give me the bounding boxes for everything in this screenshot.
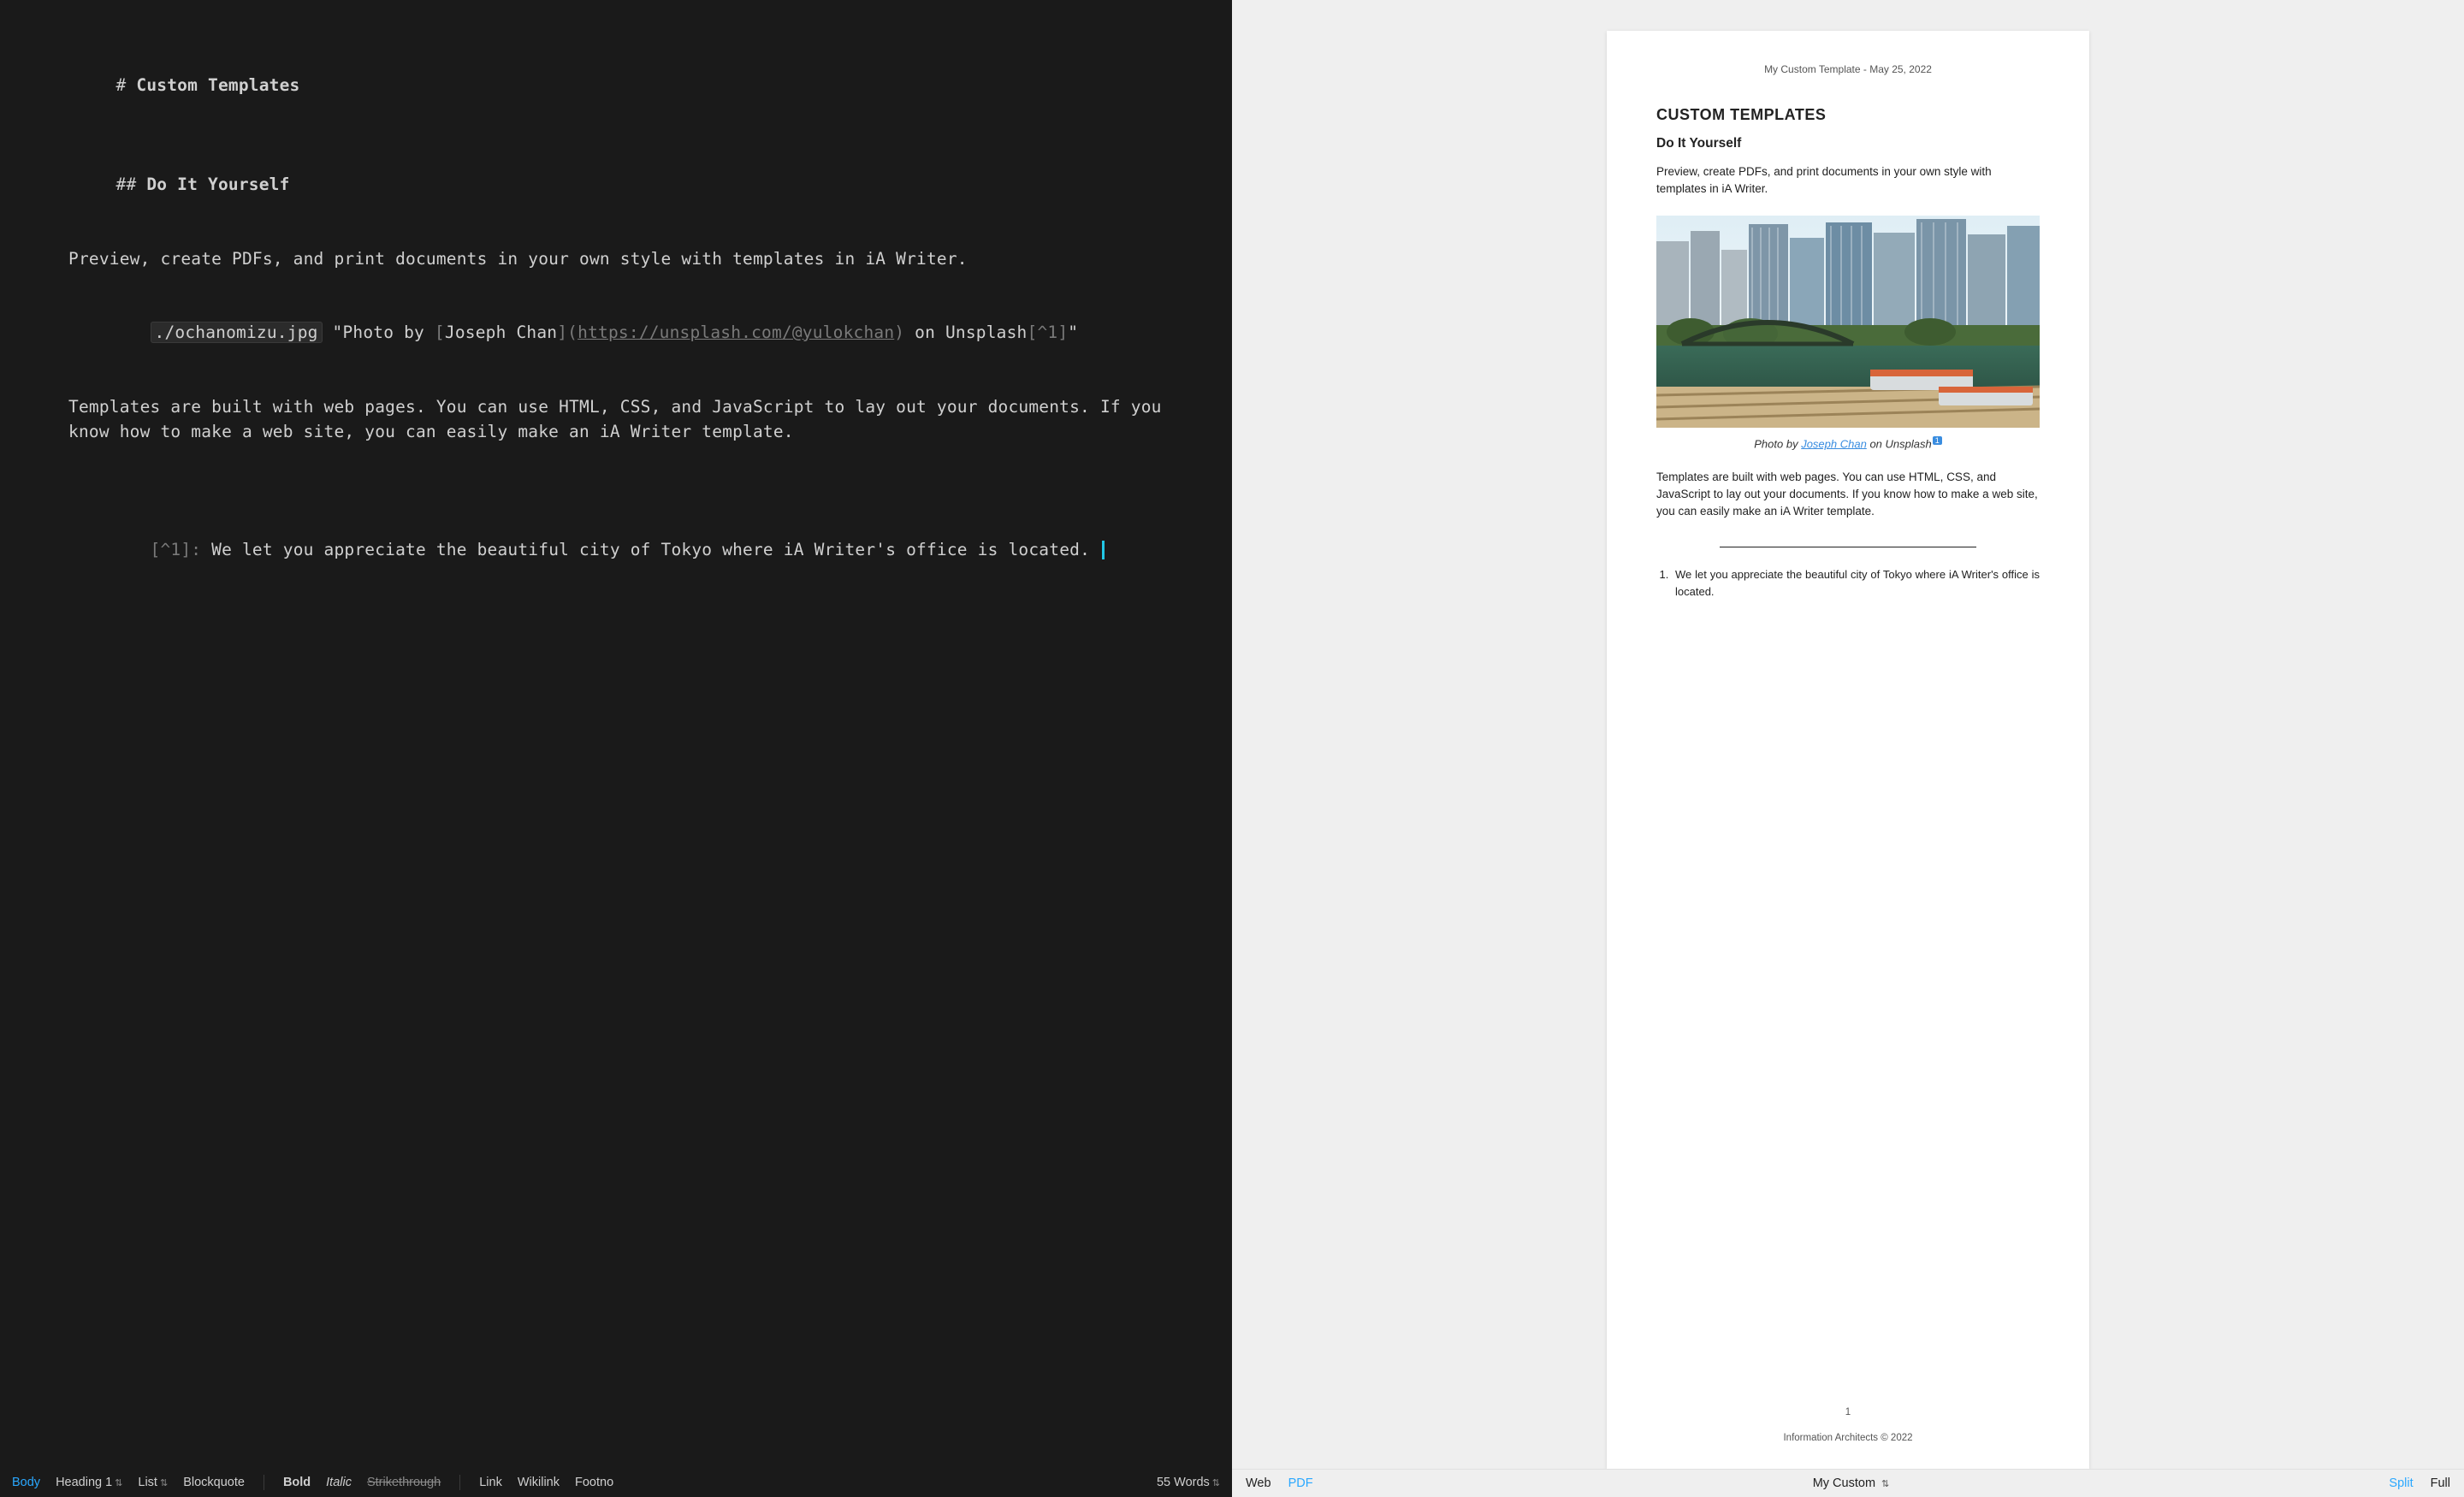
word-count[interactable]: 55 Words⇅ [1157,1476,1220,1489]
h1-marker: # [116,75,137,95]
h2-marker: ## [116,175,147,194]
updown-icon: ⇅ [1881,1478,1889,1489]
text-cursor [1102,541,1105,559]
caption-suffix: on Unsplash [1867,437,1932,450]
footnote-text: We let you appreciate the beautiful city… [211,540,1100,559]
toolbar-body[interactable]: Body [12,1476,40,1489]
page-footer: 1 Information Architects © 2022 [1656,1407,2040,1443]
footnote-item: We let you appreciate the beautiful city… [1672,566,2040,601]
toolbar-link[interactable]: Link [479,1476,502,1489]
caption-link[interactable]: Joseph Chan [1801,437,1867,450]
caption-suffix: on Unsplash [904,322,1027,342]
preview-toolbar: Web PDF My Custom ⇅ Split Full [1232,1469,2464,1497]
caption-prefix: Photo by [1754,437,1801,450]
editor-para2: Templates are built with web pages. You … [34,394,1198,445]
link-close-bracket: ] [557,322,567,342]
preview-scroll[interactable]: My Custom Template - May 25, 2022 CUSTOM… [1232,0,2464,1469]
footnote-list: We let you appreciate the beautiful city… [1656,566,2040,601]
app-root: # Custom Templates ## Do It Yourself Pre… [0,0,2464,1497]
preview-image [1656,216,2040,428]
toolbar-blockquote[interactable]: Blockquote [183,1476,245,1489]
link-open-bracket: [ [435,322,445,342]
view-split[interactable]: Split [2389,1476,2413,1490]
page-header: My Custom Template - May 25, 2022 [1656,63,2040,75]
h2-text: Do It Yourself [146,175,289,194]
link-url: https://unsplash.com/@yulokchan [578,322,894,342]
preview-caption: Photo by Joseph Chan on Unsplash1 [1656,436,2040,450]
toolbar-list[interactable]: List⇅ [138,1476,168,1489]
updown-icon: ⇅ [1212,1477,1220,1488]
caption-prefix: "Photo by [323,322,435,342]
editor-footnote-line: [^1]: We let you appreciate the beautifu… [34,512,1198,588]
footnote-ref: [^1] [1028,322,1069,342]
toolbar-strikethrough[interactable]: Strikethrough [367,1476,441,1489]
preview-page: My Custom Template - May 25, 2022 CUSTOM… [1607,31,2089,1469]
image-path: ./ochanomizu.jpg [151,322,323,343]
url-open-paren: ( [567,322,578,342]
template-name: My Custom [1813,1476,1875,1490]
h1-text: Custom Templates [136,75,299,95]
preview-para2: Templates are built with web pages. You … [1656,469,2040,519]
page-number: 1 [1656,1407,2040,1417]
template-selector[interactable]: My Custom ⇅ [1813,1476,1890,1490]
preview-mode-web[interactable]: Web [1246,1476,1271,1490]
url-close-paren: ) [894,322,904,342]
toolbar-divider [459,1475,460,1490]
editor-image-line: ./ochanomizu.jpg "Photo by [Joseph Chan]… [34,295,1198,370]
footnote-marker: [^1]: [151,540,212,559]
toolbar-footnote[interactable]: Footno [575,1476,613,1489]
copyright: Information Architects © 2022 [1656,1433,2040,1443]
editor-content[interactable]: # Custom Templates ## Do It Yourself Pre… [0,0,1232,1467]
editor-h1-line: # Custom Templates [34,48,1198,123]
toolbar-heading[interactable]: Heading 1⇅ [56,1476,122,1489]
footnote-badge[interactable]: 1 [1933,436,1942,445]
editor-para1: Preview, create PDFs, and print document… [34,246,1198,271]
updown-icon: ⇅ [115,1477,122,1488]
editor-h2-line: ## Do It Yourself [34,147,1198,222]
preview-pane: My Custom Template - May 25, 2022 CUSTOM… [1232,0,2464,1497]
updown-icon: ⇅ [160,1477,168,1488]
toolbar-bold[interactable]: Bold [283,1476,311,1489]
link-text: Joseph Chan [445,322,557,342]
preview-h2: Do It Yourself [1656,136,2040,151]
preview-para1: Preview, create PDFs, and print document… [1656,163,2040,197]
editor-pane: # Custom Templates ## Do It Yourself Pre… [0,0,1232,1497]
view-full[interactable]: Full [2431,1476,2450,1490]
preview-mode-pdf[interactable]: PDF [1288,1476,1313,1490]
editor-toolbar: Body Heading 1⇅ List⇅ Blockquote Bold It… [0,1467,1232,1497]
caption-end-quote: " [1068,322,1078,342]
preview-h1: CUSTOM TEMPLATES [1656,106,2040,124]
toolbar-wikilink[interactable]: Wikilink [518,1476,560,1489]
toolbar-italic[interactable]: Italic [326,1476,352,1489]
